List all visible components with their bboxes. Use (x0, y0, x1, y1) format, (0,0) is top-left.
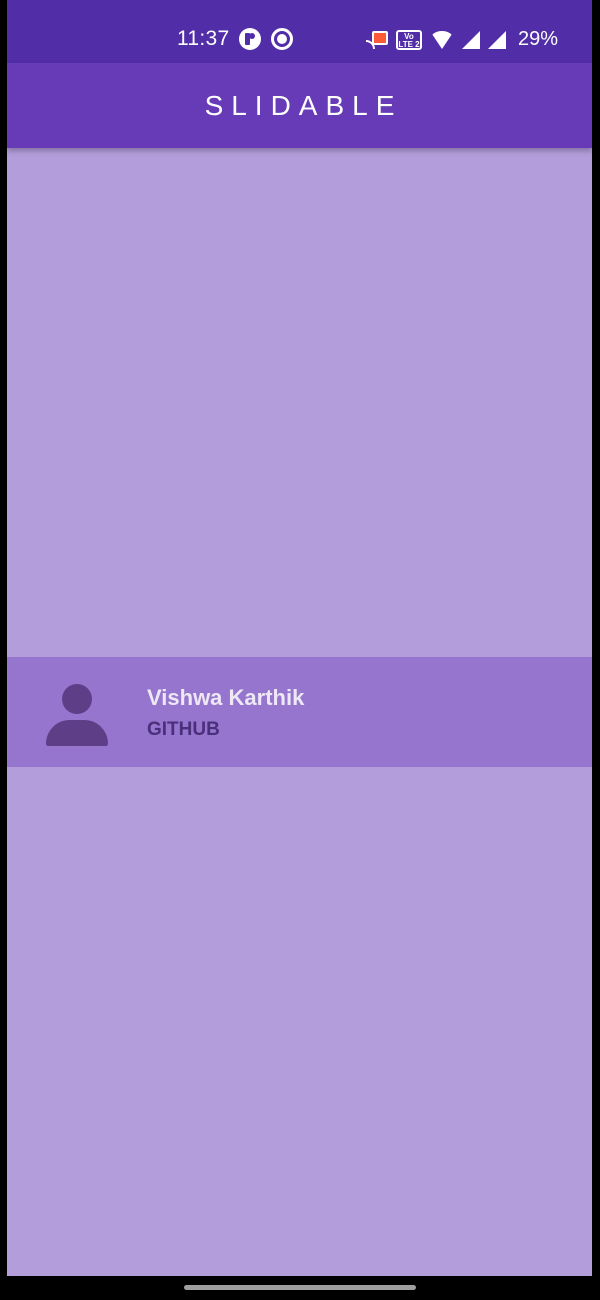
gesture-nav-handle[interactable] (184, 1285, 416, 1290)
app-bar: SLIDABLE (7, 63, 592, 148)
person-icon (46, 684, 108, 746)
app-title: SLIDABLE (204, 89, 403, 121)
status-time: 11:37 (177, 27, 230, 50)
status-bar: 11:37 Vo LTE 2 29% (7, 0, 592, 63)
app-screen: 11:37 Vo LTE 2 29% SLIDABLE Vishwa Karth… (7, 0, 592, 1276)
status-notification-icons (239, 28, 293, 50)
wifi-icon (430, 30, 454, 49)
app-notification-icon (239, 28, 261, 50)
volte-icon: Vo LTE 2 (396, 29, 422, 50)
battery-percentage: 29% (518, 28, 559, 50)
slidable-list-tile[interactable]: Vishwa Karthik GITHUB (7, 657, 592, 767)
status-system-icons: Vo LTE 2 29% (366, 28, 558, 51)
tile-subtitle: GITHUB (147, 719, 220, 740)
screen-record-icon (271, 28, 293, 50)
cast-icon (366, 30, 388, 49)
signal-icon-sim1 (462, 30, 480, 49)
tile-title: Vishwa Karthik (147, 685, 305, 710)
signal-icon-sim2 (488, 30, 506, 49)
